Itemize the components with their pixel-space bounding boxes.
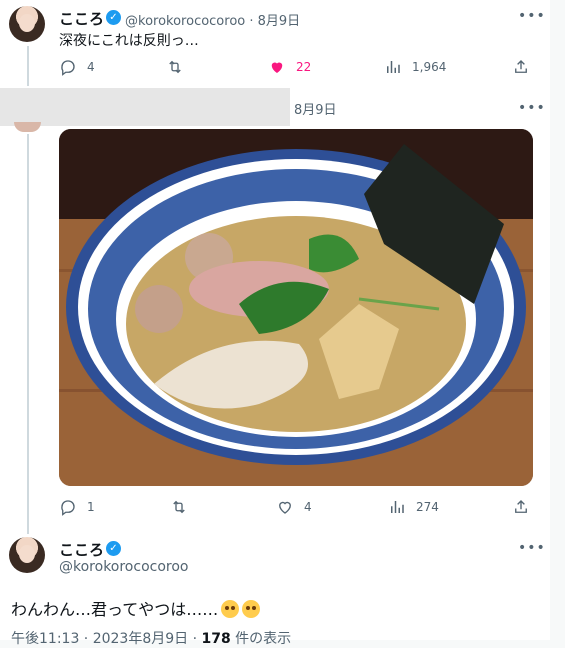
like-button[interactable]: 4: [276, 498, 312, 516]
view-suffix: 件の表示: [230, 631, 292, 647]
verified-badge-icon: ✓: [106, 10, 121, 25]
heart-icon: [271, 62, 283, 73]
display-name[interactable]: こころ: [59, 8, 104, 29]
tweet-timestamp[interactable]: 午後11:13 · 2023年8月9日 ·: [11, 631, 202, 647]
tweet-text: 深夜にこれは反則っ…: [59, 33, 199, 49]
reply-count: 4: [87, 60, 95, 74]
share-icon: [515, 500, 527, 513]
views-count: 274: [416, 500, 439, 514]
pleading-face-emoji-icon: [221, 600, 240, 618]
reply-icon: [61, 500, 75, 516]
handle[interactable]: @korokorococoroo: [59, 559, 188, 575]
tweet-text-content: わんわん…君ってやつは……: [11, 600, 219, 619]
like-button[interactable]: 22: [268, 58, 311, 76]
tweet-meta: 午後11:13 · 2023年8月9日 · 178 件の表示: [11, 628, 291, 648]
views-button[interactable]: 1,964: [384, 58, 446, 76]
ramen-bowl-image: [59, 129, 533, 486]
avatar[interactable]: [9, 6, 45, 42]
view-count: 178: [201, 631, 231, 647]
views-icon: [387, 61, 400, 73]
verified-badge-icon: ✓: [106, 541, 121, 556]
views-button[interactable]: 274: [388, 498, 439, 516]
share-button[interactable]: [512, 498, 540, 516]
reply-icon: [61, 60, 75, 76]
retweet-button[interactable]: [170, 498, 198, 516]
retweet-button[interactable]: [166, 58, 194, 76]
thread-line: [27, 46, 29, 86]
pleading-face-emoji-icon: [242, 600, 261, 618]
reply-count: 1: [87, 500, 95, 514]
avatar[interactable]: [14, 122, 41, 132]
more-icon[interactable]: •••: [518, 8, 546, 24]
handle-date[interactable]: @korokorococoroo · 8月9日: [125, 10, 300, 29]
views-icon: [391, 501, 404, 513]
tweet-photo[interactable]: [59, 129, 533, 486]
share-icon: [515, 60, 527, 73]
more-icon[interactable]: •••: [518, 540, 546, 556]
views-count: 1,964: [412, 60, 447, 74]
thread-line: [27, 134, 29, 534]
tweet-text: わんわん…君ってやつは……: [11, 596, 261, 620]
display-name[interactable]: こころ: [59, 539, 104, 560]
like-count: 22: [296, 60, 312, 74]
obscured-header: [0, 88, 290, 126]
retweet-icon: [169, 60, 181, 74]
more-icon[interactable]: •••: [518, 100, 546, 116]
timeline-column: こころ ✓ @korokorococoroo · 8月9日 ••• 深夜にこれは…: [0, 0, 550, 647]
heart-icon: [279, 501, 291, 514]
like-count: 4: [304, 500, 312, 514]
tweet-date[interactable]: 8月9日: [294, 99, 337, 118]
reply-button[interactable]: 1: [59, 498, 95, 516]
avatar[interactable]: [9, 537, 45, 573]
retweet-icon: [173, 500, 185, 514]
reply-button[interactable]: 4: [59, 58, 95, 76]
share-button[interactable]: [512, 58, 540, 76]
